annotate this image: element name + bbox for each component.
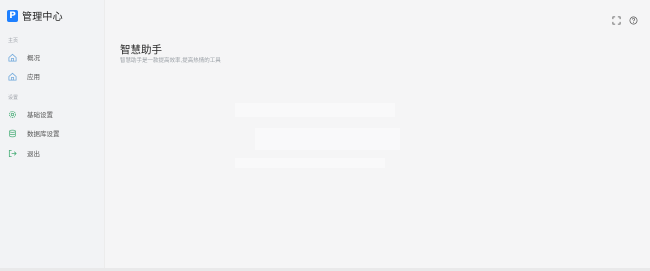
logo-icon: P [7,9,18,22]
gear-icon [8,110,17,119]
brand[interactable]: P 管理中心 [7,8,63,23]
sidebar-item-label: 概况 [27,54,40,62]
sidebar-item-overview[interactable]: 概况 [8,51,40,63]
sidebar-item-label: 应用 [27,73,40,81]
sidebar-item-database-settings[interactable]: 数据库设置 [8,127,60,139]
brand-title: 管理中心 [22,12,63,23]
home-icon [8,72,17,81]
fullscreen-icon[interactable] [612,10,621,25]
logout-icon [8,149,17,158]
placeholder-block [255,128,400,150]
sidebar: P 管理中心 主页 概况 应用 设置 基础设置 数据库设置 退出 [0,0,105,268]
help-icon[interactable] [629,10,638,25]
sidebar-item-logout[interactable]: 退出 [8,147,40,159]
app: P 管理中心 主页 概况 应用 设置 基础设置 数据库设置 退出 智慧助手 智慧… [0,0,650,271]
sidebar-item-basic-settings[interactable]: 基础设置 [8,108,53,120]
header-actions [612,10,638,25]
placeholder-block [235,158,385,168]
page-title: 智慧助手 [120,44,162,56]
sidebar-item-label: 退出 [27,150,40,158]
page-subtitle: 智慧助手是一款提高效率,提高热情的工具 [120,58,221,64]
section-title-home: 主页 [8,38,19,44]
home-icon [8,53,17,62]
section-title-settings: 设置 [8,95,19,101]
sidebar-item-apps[interactable]: 应用 [8,70,40,82]
sidebar-item-label: 数据库设置 [27,130,60,138]
database-icon [8,129,17,138]
main-content: 智慧助手 智慧助手是一款提高效率,提高热情的工具 [105,0,650,268]
sidebar-item-label: 基础设置 [27,111,53,119]
placeholder-block [235,103,395,117]
